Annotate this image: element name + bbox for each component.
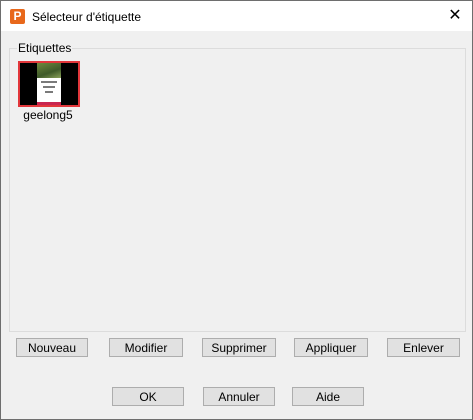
modify-button[interactable]: Modifier (109, 338, 183, 357)
apply-button[interactable]: Appliquer (294, 338, 368, 357)
delete-button[interactable]: Supprimer (202, 338, 276, 357)
label-preview-line (43, 86, 55, 88)
label-preview-line (45, 91, 53, 93)
title-bar: P Sélecteur d'étiquette ✕ (1, 1, 472, 31)
window-title: Sélecteur d'étiquette (32, 10, 142, 24)
app-icon: P (10, 9, 25, 24)
label-list[interactable]: geelong5 (10, 54, 463, 329)
label-selector-dialog: P Sélecteur d'étiquette ✕ Etiquettes gee… (0, 0, 473, 420)
label-preview-bar (37, 102, 61, 105)
remove-button[interactable]: Enlever (387, 338, 460, 357)
ok-button[interactable]: OK (112, 387, 184, 406)
label-preview-line (41, 81, 57, 83)
labels-group-label: Etiquettes (17, 41, 73, 55)
help-button[interactable]: Aide (292, 387, 364, 406)
label-thumbnail[interactable] (18, 61, 80, 107)
close-icon[interactable]: ✕ (438, 1, 472, 31)
label-preview-photo (37, 63, 61, 78)
cancel-button[interactable]: Annuler (203, 387, 275, 406)
label-preview-image (37, 63, 61, 105)
label-item-name[interactable]: geelong5 (16, 108, 80, 122)
label-item[interactable]: geelong5 (16, 58, 80, 128)
new-button[interactable]: Nouveau (16, 338, 88, 357)
